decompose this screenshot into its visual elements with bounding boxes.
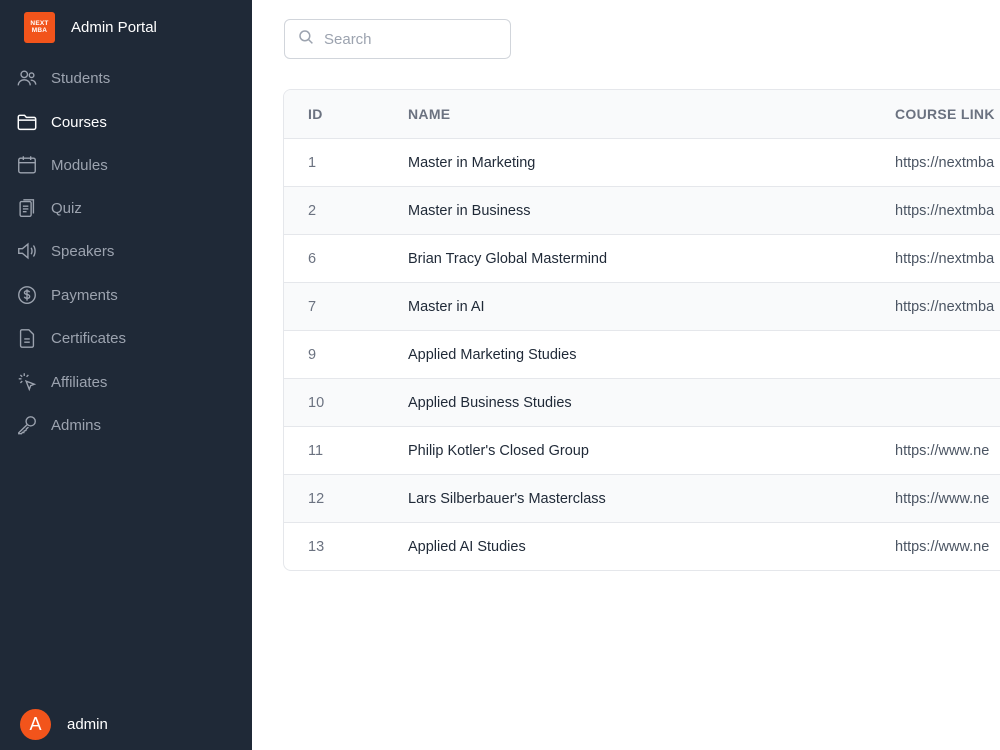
column-header-name[interactable]: NAME <box>408 90 450 138</box>
cell-course-link[interactable]: https://www.ne <box>895 427 989 474</box>
cell-id: 6 <box>308 250 317 267</box>
sidebar-item-label: Quiz <box>51 199 82 217</box>
sidebar-item-students[interactable]: Students <box>16 62 236 94</box>
table-row[interactable]: 10 Applied Business Studies <box>284 378 1000 426</box>
cell-course-link[interactable]: https://nextmba <box>895 187 994 234</box>
cell-name: Applied Business Studies <box>408 394 572 411</box>
sidebar-item-affiliates[interactable]: Affiliates <box>16 366 236 398</box>
sidebar-item-certificates[interactable]: Certificates <box>16 322 236 354</box>
folder-icon <box>16 111 38 133</box>
cell-course-link[interactable]: https://nextmba <box>895 139 994 186</box>
sidebar-item-label: Speakers <box>51 242 115 260</box>
sidebar-item-label: Students <box>51 69 111 87</box>
cell-id: 11 <box>308 442 324 459</box>
cell-name: Master in Marketing <box>408 154 536 171</box>
sidebar-item-label: Certificates <box>51 329 127 347</box>
column-header-id[interactable]: ID <box>308 90 323 138</box>
cell-id: 13 <box>308 538 325 555</box>
sidebar: NEXT MBA Admin Portal Students Courses M… <box>0 0 252 750</box>
sidebar-item-speakers[interactable]: Speakers <box>16 235 236 267</box>
search-input[interactable] <box>324 30 494 48</box>
table-row[interactable]: 9 Applied Marketing Studies <box>284 330 1000 378</box>
search-box <box>284 19 511 59</box>
nextmba-logo: NEXT MBA <box>24 11 55 43</box>
cell-name: Applied Marketing Studies <box>408 346 577 363</box>
cell-name: Applied AI Studies <box>408 538 526 555</box>
cell-id: 1 <box>308 154 317 171</box>
cell-id: 9 <box>308 346 317 363</box>
cell-id: 7 <box>308 298 317 315</box>
cell-name: Lars Silberbauer's Masterclass <box>408 490 606 507</box>
table-row[interactable]: 13 Applied AI Studies https://www.ne <box>284 522 1000 570</box>
avatar: A <box>20 709 51 740</box>
sidebar-item-label: Payments <box>51 286 118 304</box>
logo-text-line2: MBA <box>31 27 48 34</box>
document-icon <box>16 327 38 349</box>
sidebar-item-courses[interactable]: Courses <box>16 106 236 138</box>
cell-name: Philip Kotler's Closed Group <box>408 442 589 459</box>
sidebar-item-label: Admins <box>51 416 102 434</box>
users-icon <box>16 67 38 89</box>
user-name: admin <box>67 716 108 733</box>
logo-text-line1: NEXT <box>30 20 49 27</box>
sidebar-item-label: Affiliates <box>51 373 108 391</box>
user-menu[interactable]: A admin <box>20 709 108 740</box>
table-row[interactable]: 6 Brian Tracy Global Mastermind https://ne… <box>284 234 1000 282</box>
table-row[interactable]: 11 Philip Kotler's Closed Group https://ww… <box>284 426 1000 474</box>
search-icon <box>297 28 315 51</box>
table-header-row: ID NAME COURSE LINK <box>284 90 1000 138</box>
cell-course-link[interactable]: https://www.ne <box>895 475 989 522</box>
speaker-icon <box>16 240 38 262</box>
column-header-course-link[interactable]: COURSE LINK <box>895 90 995 138</box>
cell-name: Master in AI <box>408 298 485 315</box>
cell-course-link[interactable]: https://nextmba <box>895 235 994 282</box>
app-title: Admin Portal <box>71 18 157 36</box>
dollar-icon <box>16 284 38 306</box>
sidebar-item-modules[interactable]: Modules <box>16 149 236 181</box>
cell-id: 2 <box>308 202 317 219</box>
sidebar-item-label: Modules <box>51 156 108 174</box>
cell-course-link[interactable]: https://nextmba <box>895 283 994 330</box>
cell-id: 10 <box>308 394 325 411</box>
table-row[interactable]: 12 Lars Silberbauer's Masterclass https://… <box>284 474 1000 522</box>
sidebar-item-label: Courses <box>51 113 107 131</box>
brand[interactable]: NEXT MBA Admin Portal <box>24 11 157 43</box>
sidebar-item-payments[interactable]: Payments <box>16 279 236 311</box>
cell-name: Master in Business <box>408 202 531 219</box>
calendar-icon <box>16 154 38 176</box>
sidebar-item-quiz[interactable]: Quiz <box>16 192 236 224</box>
cell-name: Brian Tracy Global Mastermind <box>408 250 608 267</box>
cell-course-link[interactable]: https://www.ne <box>895 523 989 570</box>
cursor-click-icon <box>16 371 38 393</box>
sidebar-item-admins[interactable]: Admins <box>16 409 236 441</box>
clipboard-icon <box>16 197 38 219</box>
courses-table: ID NAME COURSE LINK 1 Master in Marketing… <box>283 89 1000 571</box>
table-row[interactable]: 1 Master in Marketing https://nextmba <box>284 138 1000 186</box>
cell-id: 12 <box>308 490 325 507</box>
table-row[interactable]: 2 Master in Business https://nextmba <box>284 186 1000 234</box>
table-row[interactable]: 7 Master in AI https://nextmba <box>284 282 1000 330</box>
key-icon <box>16 414 38 436</box>
